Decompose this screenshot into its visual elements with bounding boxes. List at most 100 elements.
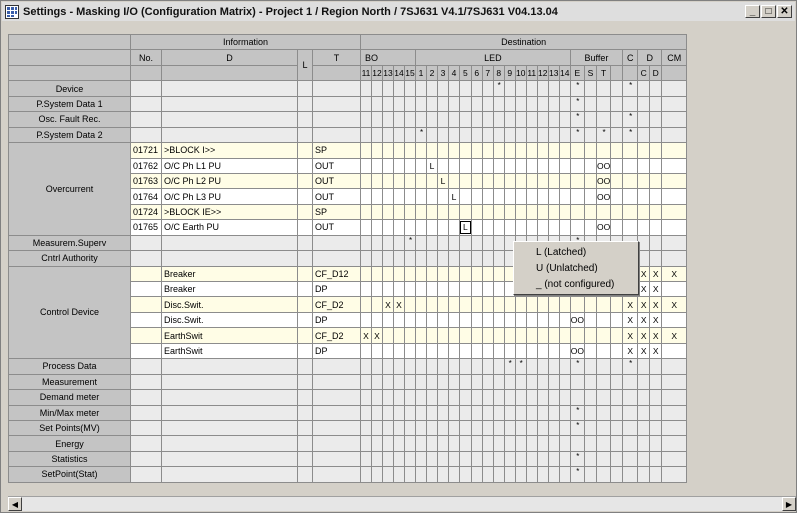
matrix-cell[interactable]: L xyxy=(459,219,472,236)
matrix-cell[interactable] xyxy=(547,466,560,483)
matrix-cell[interactable] xyxy=(569,296,585,313)
matrix-cell[interactable] xyxy=(525,203,538,221)
matrix-cell[interactable] xyxy=(514,311,527,329)
scroll-right-arrow-icon[interactable]: ▶ xyxy=(782,497,796,511)
matrix-cell[interactable] xyxy=(610,157,624,174)
matrix-cell[interactable] xyxy=(382,219,394,236)
matrix-cell[interactable] xyxy=(610,342,624,360)
matrix-cell[interactable]: * xyxy=(492,80,505,97)
matrix-cell[interactable] xyxy=(536,188,549,205)
matrix-cell[interactable] xyxy=(649,404,663,421)
matrix-cell[interactable] xyxy=(404,203,416,221)
matrix-cell[interactable] xyxy=(360,203,372,221)
matrix-cell[interactable] xyxy=(360,172,372,190)
info-no[interactable] xyxy=(130,404,162,421)
info-d[interactable]: O/C Earth PU xyxy=(161,219,298,236)
matrix-cell[interactable] xyxy=(661,95,688,113)
matrix-cell[interactable] xyxy=(437,80,449,97)
matrix-cell[interactable] xyxy=(459,327,472,344)
info-no[interactable] xyxy=(130,358,162,375)
matrix-cell[interactable] xyxy=(393,419,405,437)
matrix-cell[interactable] xyxy=(583,95,597,113)
info-t[interactable] xyxy=(312,466,361,483)
matrix-cell[interactable] xyxy=(610,404,624,421)
matrix-cell[interactable] xyxy=(514,342,527,360)
info-l[interactable] xyxy=(297,466,313,483)
title-bar[interactable]: Settings - Masking I/O (Configuration Ma… xyxy=(2,2,795,21)
matrix-cell[interactable] xyxy=(503,126,516,144)
matrix-cell[interactable] xyxy=(649,219,663,236)
matrix-cell[interactable] xyxy=(393,311,405,329)
maximize-button[interactable]: □ xyxy=(761,5,776,18)
matrix-cell[interactable] xyxy=(536,466,549,483)
matrix-cell[interactable] xyxy=(382,188,394,205)
matrix-cell[interactable] xyxy=(437,389,449,406)
matrix-cell[interactable] xyxy=(481,373,494,391)
matrix-cell[interactable] xyxy=(360,80,372,97)
matrix-cell[interactable] xyxy=(404,142,416,159)
info-d[interactable]: EarthSwit xyxy=(161,327,298,344)
matrix-cell[interactable] xyxy=(492,419,505,437)
matrix-cell[interactable] xyxy=(547,450,560,468)
info-t[interactable] xyxy=(312,95,361,113)
matrix-cell[interactable] xyxy=(514,111,527,128)
matrix-cell[interactable] xyxy=(610,219,624,236)
matrix-cell[interactable] xyxy=(371,95,383,113)
matrix-cell[interactable] xyxy=(649,126,663,144)
header-t[interactable]: T xyxy=(312,49,361,66)
info-l[interactable] xyxy=(297,389,313,406)
matrix-cell[interactable] xyxy=(393,404,405,421)
matrix-cell[interactable]: * xyxy=(569,358,585,375)
matrix-cell[interactable] xyxy=(492,373,505,391)
info-t[interactable] xyxy=(312,234,361,252)
matrix-cell[interactable] xyxy=(536,404,549,421)
header-d[interactable]: D xyxy=(161,49,298,66)
matrix-cell[interactable] xyxy=(470,358,483,375)
matrix-cell[interactable] xyxy=(470,203,483,221)
matrix-cell[interactable] xyxy=(426,126,438,144)
matrix-cell[interactable] xyxy=(481,450,494,468)
matrix-cell[interactable] xyxy=(583,111,597,128)
info-no[interactable] xyxy=(130,80,162,97)
matrix-cell[interactable] xyxy=(360,466,372,483)
header-l[interactable]: L xyxy=(297,49,313,82)
matrix-cell[interactable] xyxy=(503,296,516,313)
matrix-cell[interactable] xyxy=(470,219,483,236)
matrix-cell[interactable] xyxy=(583,419,597,437)
matrix-cell[interactable] xyxy=(371,404,383,421)
matrix-cell[interactable] xyxy=(661,219,688,236)
matrix-cell[interactable] xyxy=(470,157,483,174)
matrix-cell[interactable] xyxy=(595,404,612,421)
matrix-cell[interactable] xyxy=(415,234,427,252)
matrix-cell[interactable] xyxy=(525,327,538,344)
info-no[interactable] xyxy=(130,111,162,128)
matrix-cell[interactable] xyxy=(503,373,516,391)
matrix-cell[interactable] xyxy=(459,142,472,159)
matrix-cell[interactable] xyxy=(437,142,449,159)
info-no[interactable]: 01762 xyxy=(130,157,162,174)
matrix-cell[interactable] xyxy=(393,126,405,144)
matrix-cell[interactable] xyxy=(547,296,560,313)
matrix-cell[interactable] xyxy=(558,373,571,391)
matrix-cell[interactable] xyxy=(514,327,527,344)
matrix-cell[interactable] xyxy=(569,219,585,236)
matrix-cell[interactable] xyxy=(610,419,624,437)
info-l[interactable] xyxy=(297,219,313,236)
matrix-cell[interactable] xyxy=(492,296,505,313)
matrix-cell[interactable] xyxy=(426,80,438,97)
matrix-cell[interactable] xyxy=(360,219,372,236)
info-d[interactable]: >BLOCK IE>> xyxy=(161,203,298,221)
matrix-cell[interactable] xyxy=(459,296,472,313)
matrix-cell[interactable] xyxy=(448,435,460,452)
matrix-cell[interactable] xyxy=(481,80,494,97)
matrix-cell[interactable] xyxy=(595,80,612,97)
matrix-cell[interactable] xyxy=(558,342,571,360)
info-no[interactable]: 01765 xyxy=(130,219,162,236)
matrix-cell[interactable] xyxy=(595,203,612,221)
matrix-cell[interactable] xyxy=(448,342,460,360)
info-t[interactable]: SP xyxy=(312,203,361,221)
matrix-cell[interactable] xyxy=(481,250,494,267)
info-l[interactable] xyxy=(297,373,313,391)
matrix-cell[interactable] xyxy=(404,342,416,360)
matrix-cell[interactable] xyxy=(415,450,427,468)
